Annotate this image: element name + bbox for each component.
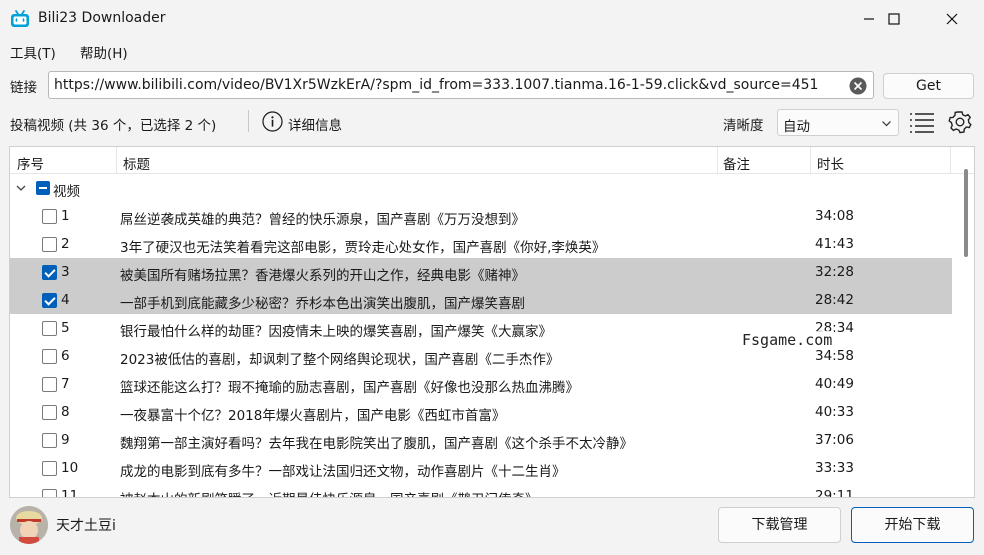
chevron-down-icon[interactable] — [16, 183, 26, 193]
row-title: 被赵本山的新剧笑瞬了，近期最佳快乐源泉，国产喜剧《鹊卫门传奇》 — [120, 488, 715, 497]
row-index: 8 — [61, 404, 70, 420]
row-checkbox[interactable] — [42, 293, 57, 308]
row-checkbox[interactable] — [42, 405, 57, 420]
clear-icon[interactable] — [849, 77, 867, 95]
url-input[interactable]: https://www.bilibili.com/video/BV1Xr5Wzk… — [48, 71, 874, 99]
table-row[interactable]: 9 魏翔第一部主演好看吗？去年我在电影院笑出了腹肌，国产喜剧《这个杀手不太冷静》 3… — [10, 426, 952, 454]
row-duration: 28:42 — [815, 292, 854, 308]
menu-help[interactable]: 帮助(H) — [80, 42, 128, 62]
row-index: 4 — [61, 292, 70, 308]
table-row[interactable]: 10 成龙的电影到底有多牛？一部戏让法国归还文物，动作喜剧片《十二生肖》 33:33 — [10, 454, 952, 482]
row-duration: 40:33 — [815, 404, 854, 420]
video-count-text: 投稿视频 (共 36 个，已选择 2 个) — [10, 118, 217, 134]
divider — [248, 110, 249, 132]
close-button[interactable] — [929, 0, 975, 38]
scrollbar[interactable] — [964, 169, 968, 257]
row-index: 5 — [61, 320, 70, 336]
row-checkbox[interactable] — [42, 321, 57, 336]
row-title: 3年了硬汉也无法笑着看完这部电影，贾玲走心处女作，国产喜剧《你好,李焕英》 — [120, 240, 606, 256]
row-checkbox[interactable] — [42, 237, 57, 252]
maximize-icon — [888, 13, 900, 25]
row-index: 10 — [61, 460, 79, 476]
close-icon — [946, 13, 958, 25]
url-label: 链接 — [10, 80, 37, 96]
row-checkbox[interactable] — [42, 377, 57, 392]
menu-bar: 工具(T) 帮助(H) — [0, 38, 984, 62]
column-title[interactable]: 标题 — [123, 153, 150, 173]
group-label: 视频 — [53, 184, 80, 200]
download-manager-button[interactable]: 下载管理 — [718, 507, 841, 543]
row-title: 篮球还能这么打？瑕不掩瑜的励志喜剧，国产喜剧《好像也没那么热血沸腾》 — [120, 380, 579, 396]
table-row[interactable]: 4 一部手机到底能藏多少秘密？乔杉本色出演笑出腹肌，国产爆笑喜剧 28:42 — [10, 286, 952, 314]
table-row[interactable]: 7 篮球还能这么打？瑕不掩瑜的励志喜剧，国产喜剧《好像也没那么热血沸腾》 40:49 — [10, 370, 952, 398]
title-bar: Bili23 Downloader — [0, 0, 984, 38]
watermark: Fsgame.com — [740, 331, 835, 349]
chevron-down-icon — [882, 121, 891, 127]
row-index: 9 — [61, 432, 70, 448]
gear-icon[interactable] — [945, 108, 975, 136]
row-checkbox[interactable] — [42, 433, 57, 448]
column-divider — [810, 147, 811, 174]
row-title: 被美国所有赌场拉黑？香港爆火系列的开山之作，经典电影《赌神》 — [120, 268, 525, 284]
row-title: 一部手机到底能藏多少秘密？乔杉本色出演笑出腹肌，国产爆笑喜剧 — [120, 296, 525, 312]
clarity-label: 清晰度 — [723, 118, 764, 134]
column-divider — [717, 147, 718, 174]
group-checkbox[interactable] — [36, 181, 50, 195]
row-duration: 33:33 — [815, 460, 854, 476]
bilibili-tv-icon — [11, 10, 29, 27]
url-input-value: https://www.bilibili.com/video/BV1Xr5Wzk… — [54, 77, 819, 93]
row-duration: 37:06 — [815, 432, 854, 448]
row-checkbox[interactable] — [42, 265, 57, 280]
row-index: 2 — [61, 236, 70, 252]
maximize-button[interactable] — [871, 0, 917, 38]
avatar-image — [10, 506, 48, 544]
video-table[interactable]: 序号 标题 备注 时长 视频 1 屌丝逆袭成英雄的典范？曾经的快乐源泉，国产喜剧《… — [9, 146, 975, 498]
row-title: 银行最怕什么样的劫匪？因疫情未上映的爆笑喜剧，国产爆笑《大赢家》 — [120, 324, 552, 340]
row-duration: 40:49 — [815, 376, 854, 392]
row-checkbox[interactable] — [42, 489, 57, 497]
row-title: 魏翔第一部主演好看吗？去年我在电影院笑出了腹肌，国产喜剧《这个杀手不太冷静》 — [120, 436, 633, 452]
details-link[interactable]: 详细信息 — [288, 114, 342, 134]
column-divider — [950, 147, 951, 174]
get-button[interactable]: Get — [883, 73, 974, 99]
row-duration: 34:08 — [815, 208, 854, 224]
row-index: 1 — [61, 208, 70, 224]
row-title: 一夜暴富十个亿？2018年爆火喜剧片，国产电影《西虹市首富》 — [120, 408, 506, 424]
row-duration: 29:11 — [815, 488, 854, 498]
row-checkbox[interactable] — [42, 209, 57, 224]
menu-tools[interactable]: 工具(T) — [10, 42, 56, 62]
column-duration[interactable]: 时长 — [817, 153, 844, 173]
avatar[interactable] — [10, 506, 48, 544]
column-divider — [116, 147, 117, 174]
clarity-select-value: 自动 — [783, 119, 810, 135]
row-duration: 34:58 — [815, 348, 854, 364]
table-row[interactable]: 1 屌丝逆袭成英雄的典范？曾经的快乐源泉，国产喜剧《万万没想到》 34:08 — [10, 202, 952, 230]
table-row[interactable]: 3 被美国所有赌场拉黑？香港爆火系列的开山之作，经典电影《赌神》 32:28 — [10, 258, 952, 286]
start-download-button[interactable]: 开始下载 — [851, 507, 974, 543]
row-index: 3 — [61, 264, 70, 280]
table-row[interactable]: 11 被赵本山的新剧笑瞬了，近期最佳快乐源泉，国产喜剧《鹊卫门传奇》 29:11 — [10, 482, 952, 498]
row-checkbox[interactable] — [42, 349, 57, 364]
row-index: 6 — [61, 348, 70, 364]
row-index: 11 — [61, 488, 79, 498]
user-name: 天才土豆i — [56, 518, 116, 534]
row-duration: 32:28 — [815, 264, 854, 280]
column-index[interactable]: 序号 — [17, 153, 44, 173]
info-icon[interactable] — [262, 111, 283, 132]
row-checkbox[interactable] — [42, 461, 57, 476]
row-title: 屌丝逆袭成英雄的典范？曾经的快乐源泉，国产喜剧《万万没想到》 — [120, 212, 525, 228]
table-header: 序号 标题 备注 时长 — [10, 147, 974, 174]
window-title: Bili23 Downloader — [38, 10, 166, 26]
clarity-select[interactable]: 自动 — [777, 109, 899, 136]
table-row[interactable]: 2 3年了硬汉也无法笑着看完这部电影，贾玲走心处女作，国产喜剧《你好,李焕英》 41… — [10, 230, 952, 258]
row-title: 2023被低估的喜剧，却讽刺了整个网络舆论现状，国产喜剧《二手杰作》 — [120, 352, 560, 368]
row-index: 7 — [61, 376, 70, 392]
group-row-video[interactable]: 视频 — [10, 175, 950, 201]
table-row[interactable]: 8 一夜暴富十个亿？2018年爆火喜剧片，国产电影《西虹市首富》 40:33 — [10, 398, 952, 426]
list-icon[interactable] — [907, 108, 937, 136]
column-note[interactable]: 备注 — [723, 153, 750, 173]
row-duration: 41:43 — [815, 236, 854, 252]
row-title: 成龙的电影到底有多牛？一部戏让法国归还文物，动作喜剧片《十二生肖》 — [120, 464, 566, 480]
